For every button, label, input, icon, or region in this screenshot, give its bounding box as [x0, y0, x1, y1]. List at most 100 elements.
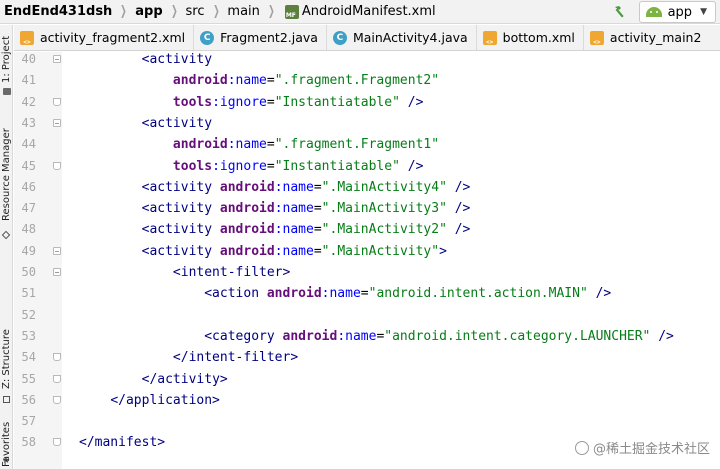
line-number: 41: [21, 73, 36, 88]
code-text: <activity android:name=".MainActivity2" …: [79, 219, 471, 240]
fold-marker-icon[interactable]: [53, 268, 61, 276]
code-line[interactable]: 46 <activity android:name=".MainActivity…: [0, 177, 706, 198]
fold-marker-icon[interactable]: [53, 353, 61, 362]
code-token: <activity: [141, 52, 213, 67]
code-text: <activity: [79, 113, 212, 134]
code-token: :name: [274, 243, 314, 259]
fold-marker-icon[interactable]: [53, 246, 61, 255]
breadcrumb-file[interactable]: MF AndroidManifest.xml: [281, 0, 438, 24]
code-token: <category: [204, 328, 283, 344]
code-token: android: [172, 137, 228, 153]
code-text: </intent-filter>: [79, 347, 298, 368]
code-token: "android.intent.action.MAIN": [368, 286, 588, 302]
fold-marker-icon[interactable]: [53, 161, 61, 170]
code-token: <activity: [141, 179, 220, 195]
code-token: =: [360, 286, 369, 302]
fold-marker-icon[interactable]: [53, 395, 61, 404]
line-number: 58: [21, 435, 36, 450]
code-token: ".fragment.Fragment2": [274, 73, 440, 89]
code-token: </activity>: [141, 371, 228, 387]
breadcrumb-main-label: main: [227, 4, 260, 19]
code-line[interactable]: 41 android:name=".fragment.Fragment2": [0, 70, 706, 91]
code-text: android:name=".fragment.Fragment1": [79, 134, 439, 155]
code-token: <activity: [141, 115, 213, 131]
code-line[interactable]: 44 android:name=".fragment.Fragment1": [0, 134, 706, 155]
code-text: </application>: [79, 390, 220, 411]
line-number: 56: [21, 392, 36, 407]
code-token: ".MainActivity2": [321, 222, 447, 238]
fold-marker-icon[interactable]: [53, 55, 61, 63]
watermark-text: @稀土掘金技术社区: [592, 442, 710, 457]
code-line[interactable]: 51 <action android:name="android.intent.…: [0, 283, 706, 304]
code-token: android: [219, 201, 275, 217]
fold-marker-icon[interactable]: [53, 438, 61, 447]
breadcrumb-main[interactable]: main: [225, 0, 261, 24]
breadcrumb-src[interactable]: src: [184, 0, 207, 24]
code-line[interactable]: 48 <activity android:name=".MainActivity…: [0, 219, 706, 240]
code-line[interactable]: 53 <category android:name="android.inten…: [0, 326, 706, 347]
code-token: :name: [321, 286, 361, 302]
code-line[interactable]: 52: [0, 305, 706, 326]
line-number: 45: [21, 158, 36, 173]
code-text: android:name=".fragment.Fragment2": [79, 70, 439, 91]
code-token: >: [439, 243, 447, 259]
code-token: android: [282, 328, 338, 344]
breadcrumb-module-label: app: [135, 4, 163, 19]
line-number: 48: [21, 222, 36, 237]
code-token: android: [219, 179, 275, 195]
tab-fragment2-java[interactable]: Fragment2.java: [194, 25, 327, 50]
code-line[interactable]: 57: [0, 411, 706, 432]
tab-bottom-xml[interactable]: bottom.xml: [477, 25, 584, 50]
code-line[interactable]: 42 tools:ignore="Instantiatable" />: [0, 92, 706, 113]
code-token: "Instantiatable": [274, 94, 400, 110]
code-line[interactable]: 47 <activity android:name=".MainActivity…: [0, 198, 706, 219]
code-line[interactable]: 56 </application>: [0, 390, 706, 411]
line-number: 55: [21, 371, 36, 386]
code-line[interactable]: 55 </activity>: [0, 369, 706, 390]
breadcrumb-file-label: AndroidManifest.xml: [301, 4, 436, 19]
run-configuration-dropdown[interactable]: app ▼: [638, 1, 716, 23]
line-number: 44: [21, 137, 36, 152]
code-token: />: [446, 222, 471, 238]
code-token: <intent-filter>: [172, 265, 291, 280]
code-token: android: [172, 73, 228, 89]
code-token: ".MainActivity4": [321, 179, 447, 195]
code-line[interactable]: 50 <intent-filter>: [0, 262, 706, 283]
code-line[interactable]: 40 <activity: [0, 49, 706, 70]
tab-mainactivity4-java[interactable]: MainActivity4.java: [327, 25, 477, 50]
code-line[interactable]: 45 tools:ignore="Instantiatable" />: [0, 156, 706, 177]
code-token: <action: [204, 286, 267, 302]
line-number: 52: [21, 307, 36, 322]
code-token: =: [266, 94, 275, 110]
code-line[interactable]: 54 </intent-filter>: [0, 347, 706, 368]
breadcrumb-project-label: EndEnd431dsh: [4, 4, 113, 19]
line-number: 57: [21, 414, 36, 429]
build-hammer-icon[interactable]: [607, 0, 633, 24]
fold-marker-icon[interactable]: [53, 374, 61, 383]
breadcrumb-project[interactable]: EndEnd431dsh: [0, 0, 114, 24]
code-token: ".MainActivity3": [321, 201, 447, 217]
tab-label: Fragment2.java: [220, 30, 318, 45]
tab-activity-fragment2-xml[interactable]: activity_fragment2.xml: [14, 25, 195, 50]
fold-marker-icon[interactable]: [53, 97, 61, 106]
code-token: :name: [227, 137, 267, 153]
code-text: tools:ignore="Instantiatable" />: [79, 92, 423, 113]
breadcrumb-module[interactable]: app: [133, 0, 164, 24]
tab-activity-main2[interactable]: activity_main2: [584, 25, 710, 50]
code-line[interactable]: 43 <activity: [0, 113, 706, 134]
code-line[interactable]: 49 <activity android:name=".MainActivity…: [0, 241, 706, 262]
fold-marker-icon[interactable]: [53, 118, 61, 127]
code-token: ".MainActivity": [321, 243, 440, 259]
code-token: :name: [227, 73, 267, 89]
watermark: @稀土掘金技术社区: [574, 438, 710, 457]
code-text: </manifest>: [79, 432, 165, 453]
